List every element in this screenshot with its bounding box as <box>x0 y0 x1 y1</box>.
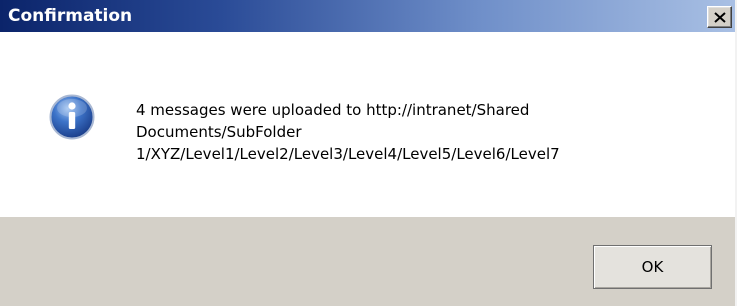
button-bar: OK <box>0 217 737 306</box>
message-area: 4 messages were uploaded to http://intra… <box>0 32 737 217</box>
confirmation-dialog: Confirmation 4 messages were uploaded to… <box>0 0 737 306</box>
message-line-3: 1/XYZ/Level1/Level2/Level3/Level4/Level5… <box>136 145 560 163</box>
message-line-2: Documents/SubFolder <box>136 123 302 141</box>
close-button[interactable] <box>707 6 732 28</box>
message-text: 4 messages were uploaded to http://intra… <box>136 99 726 165</box>
ok-button[interactable]: OK <box>593 245 712 289</box>
information-icon <box>49 94 95 140</box>
message-line-1: 4 messages were uploaded to http://intra… <box>136 101 530 119</box>
dialog-title: Confirmation <box>8 6 133 26</box>
close-x-icon <box>714 12 726 23</box>
title-bar[interactable]: Confirmation <box>0 0 737 32</box>
